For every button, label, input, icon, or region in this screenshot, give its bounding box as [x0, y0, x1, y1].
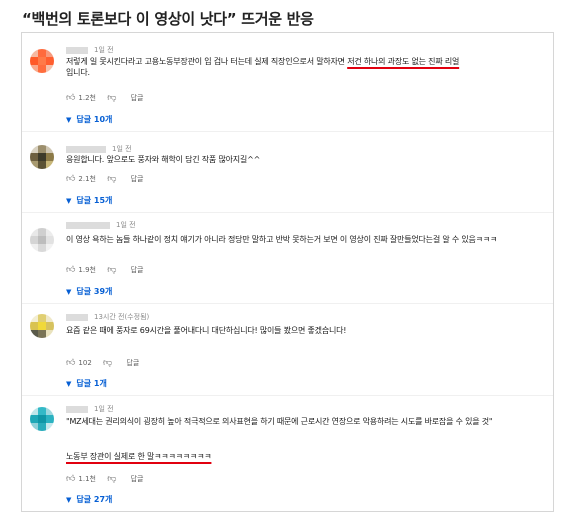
author-name-blurred[interactable] [66, 145, 106, 153]
comment-meta: 13시간 전(수정됨) [66, 312, 149, 322]
avatar[interactable] [30, 314, 54, 338]
replies-count: 답글 39개 [76, 287, 113, 296]
like-count: 1.9천 [78, 266, 96, 274]
avatar[interactable] [30, 49, 54, 73]
caret-down-icon: ▼ [66, 288, 72, 296]
view-replies-button[interactable]: ▼ 답글 39개 [66, 286, 112, 297]
caret-down-icon: ▼ [66, 197, 72, 205]
highlighted-text: 노동부 장관이 실제로 한 말ㅋㅋㅋㅋㅋㅋㅋㅋ [66, 452, 212, 461]
comment-actions: 👍︎ 1.2천 👎︎ 답글 [66, 93, 143, 103]
reply-button[interactable]: 답글 [131, 93, 144, 103]
thumbs-up-icon[interactable]: 👍︎ [66, 265, 75, 275]
view-replies-button[interactable]: ▼ 답글 10개 [66, 114, 112, 125]
comment-meta: 1일 전 [66, 404, 114, 414]
divider [22, 303, 553, 304]
comment-actions: 👍︎ 1.1천 👎︎ 답글 [66, 474, 143, 484]
comments-panel: 1일 전 저렇게 일 못시킨다라고 고용노동부장관이 입 겁나 터는데 실제 직… [21, 32, 554, 512]
thumbs-down-icon[interactable]: 👎︎ [107, 174, 116, 184]
comment-meta: 1일 전 [66, 45, 114, 55]
avatar[interactable] [30, 145, 54, 169]
comment-time: 1일 전 [116, 221, 136, 229]
comment-meta: 1일 전 [66, 220, 136, 230]
author-name-blurred[interactable] [66, 221, 110, 229]
comment-text: "MZ세대는 권리의식이 굉장히 높아 적극적으로 의사표현을 하기 때문에 근… [66, 417, 493, 426]
thumbs-down-icon[interactable]: 👎︎ [103, 358, 112, 368]
caret-down-icon: ▼ [66, 496, 72, 504]
like-count: 1.2천 [78, 94, 96, 102]
highlighted-text: 저건 하나의 과장도 없는 진짜 리얼 [347, 57, 460, 66]
author-name-blurred[interactable] [66, 46, 88, 54]
reply-button[interactable]: 답글 [126, 358, 139, 368]
comment-time: 1일 전 [94, 405, 114, 413]
article-headline: “백번의 토론보다 이 영상이 낫다” 뜨거운 반응 [22, 10, 314, 28]
avatar[interactable] [30, 407, 54, 431]
caret-down-icon: ▼ [66, 380, 72, 388]
comment-text-part: 입니다. [66, 68, 90, 77]
view-replies-button[interactable]: ▼ 답글 15개 [66, 195, 112, 206]
comment-actions: 👍︎ 1.9천 👎︎ 답글 [66, 265, 143, 275]
thumbs-up-icon[interactable]: 👍︎ [66, 174, 75, 184]
thumbs-down-icon[interactable]: 👎︎ [107, 265, 116, 275]
thumbs-down-icon[interactable]: 👎︎ [107, 93, 116, 103]
view-replies-button[interactable]: ▼ 답글 27개 [66, 494, 112, 505]
comment-text-highlighted: 노동부 장관이 실제로 한 말ㅋㅋㅋㅋㅋㅋㅋㅋ [66, 451, 529, 462]
avatar[interactable] [30, 228, 54, 252]
comment-text-part: 저렇게 일 못시킨다라고 고용노동부장관이 입 겁나 터는데 실제 직장인으로서… [66, 57, 348, 66]
like-count: 102 [78, 359, 92, 367]
divider [22, 212, 553, 213]
replies-count: 답글 15개 [76, 196, 113, 205]
divider [22, 131, 553, 132]
replies-count: 답글 27개 [76, 495, 113, 504]
reply-button[interactable]: 답글 [131, 474, 144, 484]
comment-text: 저렇게 일 못시킨다라고 고용노동부장관이 입 겁나 터는데 실제 직장인으로서… [66, 56, 529, 78]
comment-meta: 1일 전 [66, 144, 132, 154]
thumbs-up-icon[interactable]: 👍︎ [66, 358, 75, 368]
thumbs-down-icon[interactable]: 👎︎ [107, 474, 116, 484]
author-name-blurred[interactable] [66, 405, 88, 413]
thumbs-up-icon[interactable]: 👍︎ [66, 474, 75, 484]
like-count: 2.1천 [78, 175, 96, 183]
comment-text: 이 영상 욕하는 놈들 하나같이 정치 얘기가 아니라 정당만 말하고 반박 못… [66, 235, 498, 244]
comment-text: 요즘 같은 때에 풍자로 69시간을 풀어내다니 대단하십니다! 많이들 봤으면… [66, 326, 347, 335]
comment-time: 1일 전 [94, 46, 114, 54]
like-count: 1.1천 [78, 475, 96, 483]
comment-time: 1일 전 [112, 145, 132, 153]
author-name-blurred[interactable] [66, 313, 88, 321]
comment-text: 응원합니다. 앞으로도 풍자와 해학이 담긴 작품 많아지길^^ [66, 155, 261, 164]
comment-actions: 👍︎ 102 👎︎ 답글 [66, 358, 139, 368]
comment-time: 13시간 전(수정됨) [94, 313, 150, 321]
caret-down-icon: ▼ [66, 116, 72, 124]
reply-button[interactable]: 답글 [131, 174, 144, 184]
view-replies-button[interactable]: ▼ 답글 1개 [66, 378, 107, 389]
replies-count: 답글 10개 [76, 115, 113, 124]
thumbs-up-icon[interactable]: 👍︎ [66, 93, 75, 103]
comment-actions: 👍︎ 2.1천 👎︎ 답글 [66, 174, 143, 184]
divider [22, 395, 553, 396]
reply-button[interactable]: 답글 [131, 265, 144, 275]
replies-count: 답글 1개 [76, 379, 107, 388]
